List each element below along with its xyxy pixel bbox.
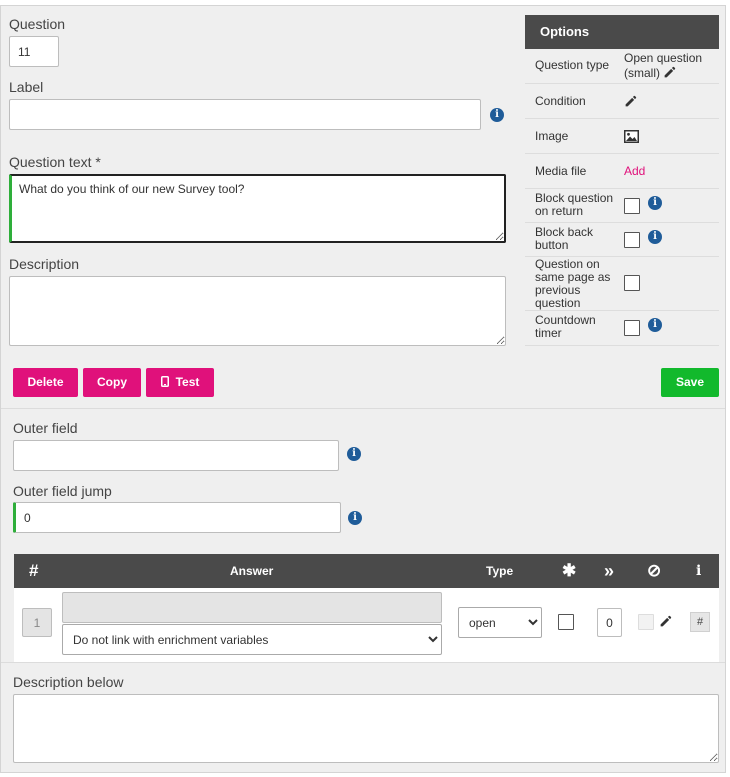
condition-label: Condition bbox=[535, 94, 586, 108]
question-text-input[interactable]: What do you think of our new Survey tool… bbox=[9, 174, 506, 243]
options-header: Options bbox=[525, 15, 719, 49]
test-button[interactable]: Test bbox=[146, 368, 214, 397]
label-input[interactable] bbox=[9, 99, 481, 130]
media-file-add-link[interactable]: Add bbox=[624, 164, 645, 178]
question-type-value[interactable]: Open question (small) bbox=[624, 51, 714, 81]
outer-field-jump-label: Outer field jump bbox=[13, 483, 112, 499]
col-number: # bbox=[29, 561, 39, 580]
answer-number bbox=[22, 608, 52, 637]
option-countdown: Countdown timer i bbox=[525, 311, 719, 346]
delete-button[interactable]: Delete bbox=[13, 368, 78, 397]
outer-field-info-icon[interactable]: i bbox=[347, 447, 361, 461]
countdown-checkbox[interactable] bbox=[624, 320, 640, 336]
media-file-label: Media file bbox=[535, 164, 587, 178]
question-text-label: Question text * bbox=[9, 154, 101, 170]
outer-field-jump-input[interactable] bbox=[13, 502, 341, 533]
copy-button[interactable]: Copy bbox=[83, 368, 141, 397]
col-answer: Answer bbox=[230, 564, 274, 578]
outer-field-jump-info-icon[interactable]: i bbox=[348, 511, 362, 525]
option-block-return: Block question on return i bbox=[525, 189, 719, 223]
pencil-icon[interactable] bbox=[659, 615, 672, 628]
block-back-label: Block back button bbox=[535, 225, 594, 252]
question-type-label: Question type bbox=[535, 58, 610, 72]
divider bbox=[1, 408, 725, 409]
option-image: Image bbox=[525, 119, 719, 154]
block-return-label: Block question on return bbox=[535, 191, 614, 218]
countdown-label: Countdown timer bbox=[535, 313, 596, 340]
description-below-input[interactable] bbox=[13, 694, 719, 763]
countdown-info-icon[interactable]: i bbox=[648, 318, 662, 332]
options-panel: Options Question type Open question (sma… bbox=[525, 15, 719, 346]
same-page-checkbox[interactable] bbox=[624, 275, 640, 291]
jump-input[interactable] bbox=[597, 608, 622, 637]
enrichment-select[interactable]: Do not link with enrichment variables bbox=[62, 624, 442, 655]
option-media-file: Media file Add bbox=[525, 154, 719, 189]
answer-text-input[interactable] bbox=[62, 592, 442, 623]
pencil-icon[interactable] bbox=[663, 66, 676, 79]
block-back-checkbox[interactable] bbox=[624, 232, 640, 248]
ban-icon: ⊘ bbox=[647, 561, 662, 580]
option-block-back: Block back button i bbox=[525, 223, 719, 257]
hash-button[interactable]: # bbox=[690, 612, 710, 632]
mobile-icon bbox=[160, 376, 169, 387]
same-page-label: Question on same page as previous questi… bbox=[535, 257, 611, 310]
block-back-info-icon[interactable]: i bbox=[648, 230, 662, 244]
table-row: Do not link with enrichment variables op… bbox=[14, 588, 719, 662]
double-chevron-icon: » bbox=[604, 561, 615, 581]
required-checkbox[interactable] bbox=[558, 614, 574, 630]
block-return-info-icon[interactable]: i bbox=[648, 196, 662, 210]
option-same-page: Question on same page as previous questi… bbox=[525, 257, 719, 311]
question-number-input[interactable] bbox=[9, 36, 59, 67]
divider bbox=[1, 662, 725, 663]
exclusive-checkbox[interactable] bbox=[638, 614, 654, 630]
image-label: Image bbox=[535, 129, 569, 143]
outer-field-label: Outer field bbox=[13, 420, 78, 436]
image-icon[interactable] bbox=[624, 130, 639, 143]
answers-table-header: # Answer Type ✱ » ⊘ i bbox=[14, 554, 719, 588]
description-below-label: Description below bbox=[13, 674, 124, 690]
label-info-icon[interactable]: i bbox=[490, 108, 504, 122]
block-return-checkbox[interactable] bbox=[624, 198, 640, 214]
info-icon: i bbox=[696, 563, 702, 579]
description-input[interactable] bbox=[9, 276, 506, 346]
answer-type-select[interactable]: open bbox=[458, 607, 542, 638]
question-number-label: Question bbox=[9, 16, 66, 32]
question-editor-panel: Question Label i Question text * What do… bbox=[0, 5, 726, 773]
col-type: Type bbox=[486, 564, 514, 578]
save-button[interactable]: Save bbox=[661, 368, 719, 397]
outer-field-input[interactable] bbox=[13, 440, 339, 471]
asterisk-icon: ✱ bbox=[562, 561, 577, 580]
option-condition: Condition bbox=[525, 84, 719, 119]
pencil-icon[interactable] bbox=[624, 95, 637, 108]
label-field-label: Label bbox=[9, 79, 44, 95]
description-label: Description bbox=[9, 256, 80, 272]
test-button-label: Test bbox=[175, 375, 200, 389]
option-question-type: Question type Open question (small) bbox=[525, 49, 719, 84]
